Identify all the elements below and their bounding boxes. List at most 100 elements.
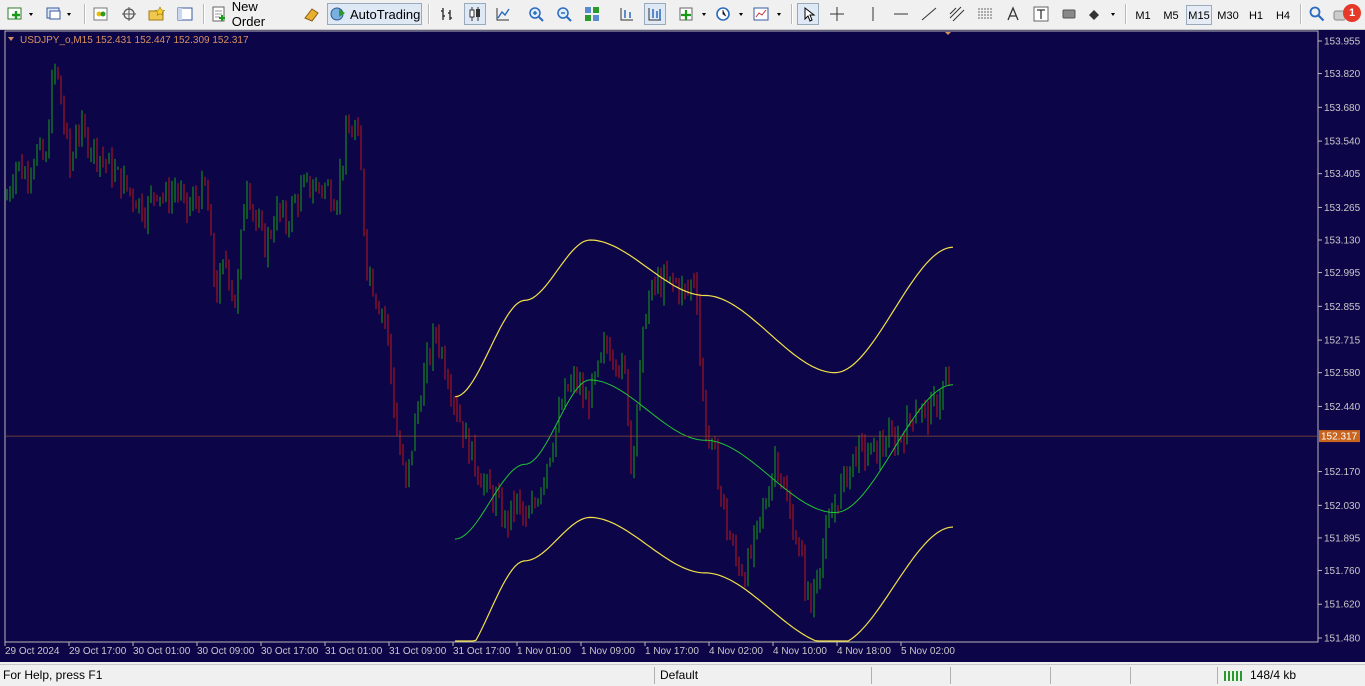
time-label: 1 Nov 17:00 <box>645 646 699 657</box>
navigator-button[interactable] <box>118 3 140 25</box>
time-label: 30 Oct 17:00 <box>261 646 319 657</box>
chart-shift-button[interactable] <box>616 3 638 25</box>
toolbar-separator <box>84 4 86 24</box>
templates-button[interactable] <box>752 3 786 25</box>
channel-icon <box>949 6 965 22</box>
time-label: 31 Oct 01:00 <box>325 646 383 657</box>
time-label: 5 Nov 02:00 <box>901 646 955 657</box>
status-bar: For Help, press F1 Default 148/4 kb <box>0 664 1365 686</box>
templates-icon <box>753 7 781 21</box>
toolbar-separator <box>428 4 430 24</box>
timeframe-m1[interactable]: M1 <box>1131 5 1155 25</box>
zoom-in-icon <box>529 7 544 22</box>
traffic-counter: 148/4 kb <box>1250 668 1297 682</box>
price-label: 151.480 <box>1324 634 1361 645</box>
tile-windows-icon <box>585 7 599 21</box>
autoscroll-icon <box>648 8 661 21</box>
text-tool-button[interactable] <box>1002 3 1024 25</box>
profiles-button[interactable] <box>44 3 76 25</box>
main-toolbar: New Order AutoTrading M1 M5 M15 M30 H1 H… <box>0 0 1365 30</box>
trendline-icon <box>921 7 937 21</box>
timeframe-h1[interactable]: H1 <box>1244 5 1268 25</box>
zoom-out-button[interactable] <box>553 3 575 25</box>
chart-shift-icon <box>620 8 633 21</box>
timeframe-m15[interactable]: M15 <box>1186 5 1212 25</box>
price-label: 152.995 <box>1324 268 1361 279</box>
notification-badge[interactable]: 1 <box>1343 4 1361 22</box>
cursor-tool-button[interactable] <box>797 3 819 25</box>
indicators-button[interactable] <box>676 3 712 25</box>
price-label: 152.580 <box>1324 368 1361 379</box>
profiles-icon <box>46 7 71 20</box>
new-order-button[interactable]: New Order <box>209 0 295 29</box>
vertical-line-button[interactable] <box>862 3 884 25</box>
price-label: 153.820 <box>1324 69 1361 80</box>
indicators-icon <box>679 7 706 21</box>
price-label: 152.170 <box>1324 467 1361 478</box>
line-chart-icon <box>496 8 510 21</box>
favorites-button[interactable] <box>146 3 168 25</box>
status-separator <box>654 667 655 684</box>
timeframe-m30[interactable]: M30 <box>1215 5 1241 25</box>
price-label: 151.620 <box>1324 600 1361 611</box>
search-icon <box>1309 6 1325 22</box>
text-label-button[interactable] <box>1030 3 1052 25</box>
zoom-out-icon <box>557 7 572 22</box>
metaeditor-button[interactable] <box>299 3 323 25</box>
time-label: 1 Nov 01:00 <box>517 646 571 657</box>
market-watch-button[interactable] <box>90 3 112 25</box>
autotrading-icon <box>330 7 345 21</box>
connection-bars-icon <box>1224 670 1246 685</box>
symbol-info: USDJPY_o,M15 152.431 152.447 152.309 152… <box>20 35 249 46</box>
crosshair-tool-button[interactable] <box>826 3 848 25</box>
time-label: 31 Oct 09:00 <box>389 646 447 657</box>
time-label: 4 Nov 10:00 <box>773 646 827 657</box>
chart-header: USDJPY_o,M15 152.431 152.447 152.309 152… <box>8 35 249 46</box>
price-label: 151.760 <box>1324 566 1361 577</box>
candlestick-chart-button[interactable] <box>464 3 486 25</box>
vertical-line-icon <box>872 7 874 21</box>
crosshair-icon <box>830 7 844 21</box>
autoscroll-button[interactable] <box>644 3 666 25</box>
star-folder-icon <box>148 6 166 21</box>
new-order-icon <box>212 6 225 22</box>
timeframe-m5[interactable]: M5 <box>1159 5 1183 25</box>
toolbar-separator <box>1125 4 1127 24</box>
toolbar-separator <box>203 4 205 24</box>
text-label-icon <box>1033 6 1049 22</box>
new-order-label: New Order <box>231 0 266 29</box>
time-label: 1 Nov 09:00 <box>581 646 635 657</box>
timeframe-h4[interactable]: H4 <box>1271 5 1295 25</box>
line-chart-button[interactable] <box>492 3 514 25</box>
time-label: 30 Oct 09:00 <box>197 646 255 657</box>
autotrading-button[interactable]: AutoTrading <box>327 3 422 25</box>
rectangle-button[interactable] <box>1058 3 1080 25</box>
autotrading-label: AutoTrading <box>350 6 421 22</box>
price-label: 153.265 <box>1324 203 1361 214</box>
arrows-button[interactable] <box>1086 3 1120 25</box>
bar-chart-button[interactable] <box>436 3 458 25</box>
terminal-button[interactable] <box>174 3 196 25</box>
horizontal-line-button[interactable] <box>890 3 912 25</box>
status-separator <box>1217 667 1218 684</box>
search-button[interactable] <box>1306 3 1328 25</box>
time-label: 31 Oct 17:00 <box>453 646 511 657</box>
eraser-icon <box>304 8 319 22</box>
candlestick-icon <box>469 7 480 21</box>
text-icon <box>1007 6 1019 21</box>
price-chart[interactable]: 153.955 153.820 153.680 153.540 153.405 153.2… <box>0 30 1365 662</box>
zoom-in-button[interactable] <box>525 3 547 25</box>
periodicity-button[interactable] <box>714 3 748 25</box>
cursor-icon <box>804 6 816 22</box>
trendline-button[interactable] <box>918 3 940 25</box>
fibonacci-button[interactable] <box>974 3 996 25</box>
bar-chart-icon <box>441 8 452 20</box>
equidistant-channel-button[interactable] <box>946 3 968 25</box>
chart-window[interactable]: 153.955 153.820 153.680 153.540 153.405 153.2… <box>0 30 1365 662</box>
time-label: 4 Nov 18:00 <box>837 646 891 657</box>
price-label: 153.680 <box>1324 103 1361 114</box>
new-chart-button[interactable] <box>6 3 38 25</box>
tile-windows-button[interactable] <box>581 3 603 25</box>
current-price-label: 152.317 <box>1321 432 1358 443</box>
help-text: For Help, press F1 <box>3 668 103 682</box>
